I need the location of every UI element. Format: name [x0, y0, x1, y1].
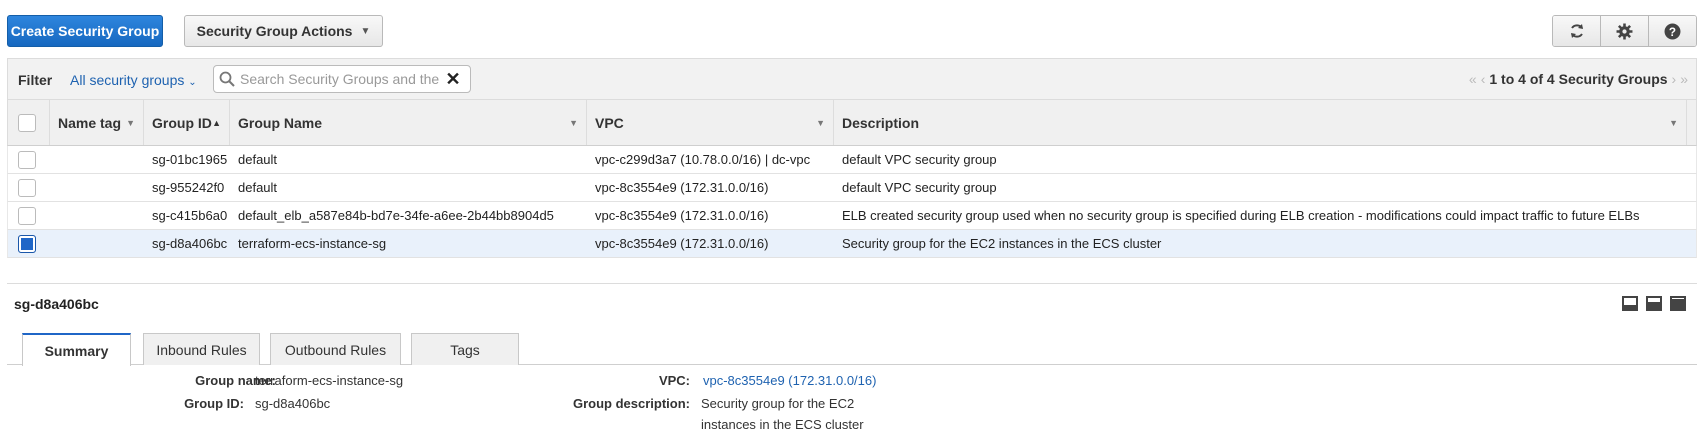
pagination: « ‹ 1 to 4 of 4 Security Groups › » — [1469, 71, 1688, 87]
help-icon: ? — [1664, 23, 1681, 39]
group-description-label: Group description: — [573, 396, 690, 411]
group-description-line1: Security group for the EC2 — [701, 396, 855, 411]
row-checkbox-checked[interactable] — [18, 234, 36, 253]
select-all-cell — [8, 100, 50, 145]
detail-title: sg-d8a406bc — [14, 296, 99, 312]
group-name-label: Group name: — [195, 373, 276, 388]
header-name-tag-label: Name tag — [58, 114, 122, 131]
header-vpc-label: VPC — [595, 114, 624, 131]
cell-group-name: terraform-ecs-instance-sg — [238, 236, 387, 251]
filter-label: Filter — [18, 72, 53, 88]
tab-outbound-rules[interactable]: Outbound Rules — [270, 333, 401, 365]
chevron-down-icon: ▼ — [360, 25, 371, 37]
layout-bottom-large-icon[interactable] — [1670, 296, 1686, 311]
security-group-actions-label: Security Group Actions — [196, 23, 353, 39]
cell-group-name: default — [238, 180, 278, 195]
group-name-value: terraform-ecs-instance-sg — [255, 373, 404, 388]
header-name-tag[interactable]: Name tag ▼ — [50, 100, 144, 145]
header-group-name[interactable]: Group Name ▼ — [230, 100, 587, 145]
header-vpc[interactable]: VPC ▼ — [587, 100, 834, 145]
cell-group-id: sg-d8a406bc — [152, 236, 228, 251]
cell-description: Security group for the EC2 instances in … — [842, 236, 1162, 251]
cell-description: default VPC security group — [842, 180, 997, 195]
cell-group-id: sg-01bc1965 — [152, 152, 228, 167]
sort-caret-icon: ▼ — [126, 117, 135, 128]
header-description[interactable]: Description ▼ — [834, 100, 1687, 145]
tab-inbound-rules[interactable]: Inbound Rules — [143, 333, 260, 365]
pagination-count: 1 to 4 of 4 Security Groups — [1489, 71, 1668, 87]
search-input[interactable] — [240, 71, 440, 87]
vpc-link[interactable]: vpc-8c3554e9 (172.31.0.0/16) — [703, 373, 876, 388]
cell-vpc: vpc-8c3554e9 (172.31.0.0/16) — [595, 208, 769, 223]
clear-search-icon[interactable]: ✕ — [440, 69, 466, 90]
header-group-name-label: Group Name — [238, 114, 323, 131]
pane-divider[interactable] — [7, 283, 1697, 284]
header-description-label: Description — [842, 114, 920, 131]
sort-caret-icon: ▼ — [1669, 117, 1678, 128]
sort-caret-icon: ▼ — [816, 117, 825, 128]
cell-vpc: vpc-c299d3a7 (10.78.0.0/16) | dc-vpc — [595, 152, 811, 167]
security-group-actions-button[interactable]: Security Group Actions ▼ — [184, 15, 383, 47]
row-checkbox[interactable] — [18, 178, 36, 197]
cell-group-name: default_elb_a587e84b-bd7e-34fe-a6ee-2b44… — [238, 208, 554, 223]
layout-toggle-group — [1622, 296, 1686, 311]
last-page-icon[interactable]: » — [1680, 71, 1688, 87]
sort-asc-icon: ▲ — [212, 117, 221, 128]
prev-page-icon[interactable]: ‹ — [1481, 71, 1486, 87]
search-box: ✕ — [213, 65, 471, 93]
row-checkbox[interactable] — [18, 150, 36, 169]
layout-bottom-small-icon[interactable] — [1622, 296, 1638, 311]
toolbar-icon-group: ? — [1552, 15, 1697, 47]
table-row[interactable]: sg-01bc1965 default vpc-c299d3a7 (10.78.… — [7, 146, 1697, 174]
tab-tags[interactable]: Tags — [411, 333, 519, 365]
refresh-icon — [1570, 24, 1583, 38]
group-id-label: Group ID: — [184, 396, 244, 411]
cell-description: default VPC security group — [842, 152, 997, 167]
cell-description: ELB created security group used when no … — [842, 208, 1640, 223]
layout-bottom-half-icon[interactable] — [1646, 296, 1662, 311]
gear-icon — [1616, 23, 1633, 39]
search-icon — [214, 71, 240, 87]
cell-group-id: sg-955242f0 — [152, 180, 225, 195]
filter-dropdown-label: All security groups — [70, 72, 185, 88]
select-all-checkbox[interactable] — [18, 113, 36, 132]
group-id-value: sg-d8a406bc — [255, 396, 331, 411]
cell-vpc: vpc-8c3554e9 (172.31.0.0/16) — [595, 180, 769, 195]
tab-summary[interactable]: Summary — [22, 333, 131, 366]
first-page-icon[interactable]: « — [1469, 71, 1477, 87]
chevron-down-icon: ⌄ — [188, 77, 197, 88]
group-description-line2: instances in the ECS cluster — [701, 417, 864, 432]
cell-vpc: vpc-8c3554e9 (172.31.0.0/16) — [595, 236, 769, 251]
help-button[interactable]: ? — [1649, 16, 1696, 46]
next-page-icon[interactable]: › — [1672, 71, 1677, 87]
detail-tabs: Summary Inbound Rules Outbound Rules Tag… — [7, 333, 1697, 366]
header-group-id[interactable]: Group ID ▲ — [144, 100, 230, 145]
filter-dropdown[interactable]: All security groups ⌄ — [70, 72, 197, 88]
toolbar: Create Security Group Security Group Act… — [0, 0, 1705, 56]
filter-bar: Filter All security groups ⌄ ✕ « ‹ 1 to … — [7, 58, 1697, 100]
header-group-id-label: Group ID — [152, 114, 212, 131]
cell-group-name: default — [238, 152, 278, 167]
table-row[interactable]: sg-c415b6a0 default_elb_a587e84b-bd7e-34… — [7, 202, 1697, 230]
security-groups-table: Name tag ▼ Group ID ▲ Group Name ▼ VPC ▼ Des… — [7, 100, 1697, 258]
refresh-button[interactable] — [1553, 16, 1601, 46]
sort-caret-icon: ▼ — [569, 117, 578, 128]
row-checkbox[interactable] — [18, 206, 36, 225]
settings-button[interactable] — [1601, 16, 1649, 46]
cell-group-id: sg-c415b6a0 — [152, 208, 228, 223]
create-security-group-button[interactable]: Create Security Group — [7, 15, 163, 47]
svg-text:?: ? — [1669, 25, 1676, 38]
table-header: Name tag ▼ Group ID ▲ Group Name ▼ VPC ▼ Des… — [7, 100, 1697, 146]
table-row-selected[interactable]: sg-d8a406bc terraform-ecs-instance-sg vp… — [7, 230, 1697, 258]
table-row[interactable]: sg-955242f0 default vpc-8c3554e9 (172.31… — [7, 174, 1697, 202]
vpc-label: VPC: — [658, 373, 690, 388]
